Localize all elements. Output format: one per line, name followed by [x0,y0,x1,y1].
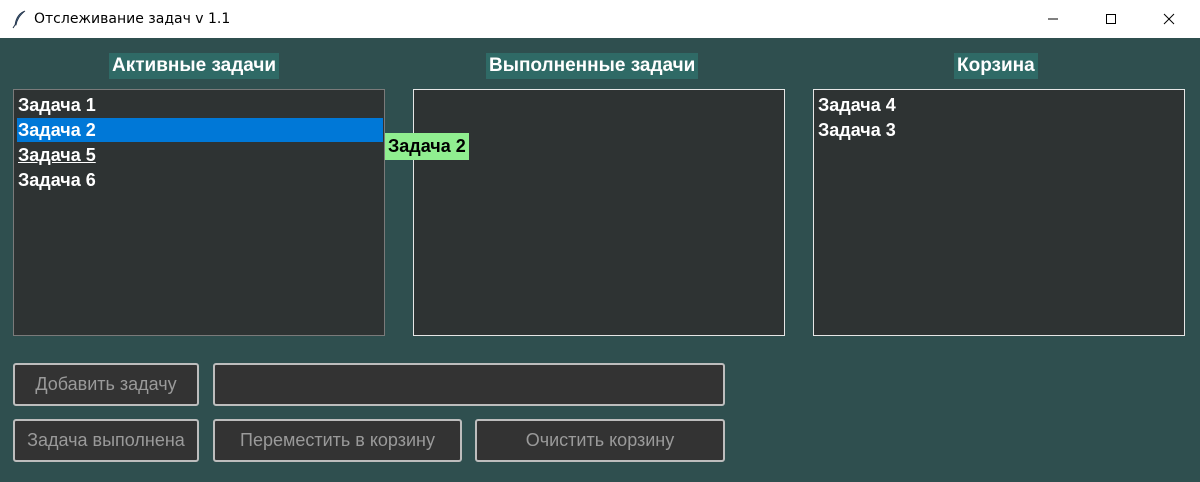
done-tasks-title: Выполненные задачи [486,53,699,79]
task-done-button[interactable]: Задача выполнена [13,419,199,462]
trash-title: Корзина [954,53,1038,79]
add-task-button[interactable]: Добавить задачу [13,363,199,406]
active-tasks-title: Активные задачи [109,53,280,79]
list-item[interactable]: Задача 1 [18,93,96,117]
move-to-trash-button[interactable]: Переместить в корзину [213,419,462,462]
active-tasks-list[interactable]: Задача 1 Задача 2 Задача 5 Задача 6 [13,89,385,336]
list-item[interactable]: Задача 6 [18,168,96,192]
done-tasks-list[interactable] [413,89,785,336]
clear-trash-button[interactable]: Очистить корзину [475,419,725,462]
list-item-selected[interactable]: Задача 2 [17,118,383,142]
task-input[interactable] [213,363,725,406]
title-bar: Отслеживание задач v 1.1 [0,0,1200,38]
maximize-button[interactable] [1082,0,1140,38]
trash-list[interactable]: Задача 4 Задача 3 [813,89,1185,336]
window-title: Отслеживание задач v 1.1 [34,11,231,27]
list-item[interactable]: Задача 5 [18,143,96,167]
list-item[interactable]: Задача 3 [818,118,896,142]
maximize-icon [1106,14,1116,24]
minimize-icon [1048,18,1058,20]
app-window-body: Активные задачи Выполненные задачи Корзи… [0,38,1200,482]
close-icon [1163,13,1175,25]
list-item[interactable]: Задача 4 [818,93,896,117]
drag-label[interactable]: Задача 2 [385,133,469,160]
close-button[interactable] [1140,0,1198,38]
minimize-button[interactable] [1024,0,1082,38]
feather-icon [12,10,26,29]
